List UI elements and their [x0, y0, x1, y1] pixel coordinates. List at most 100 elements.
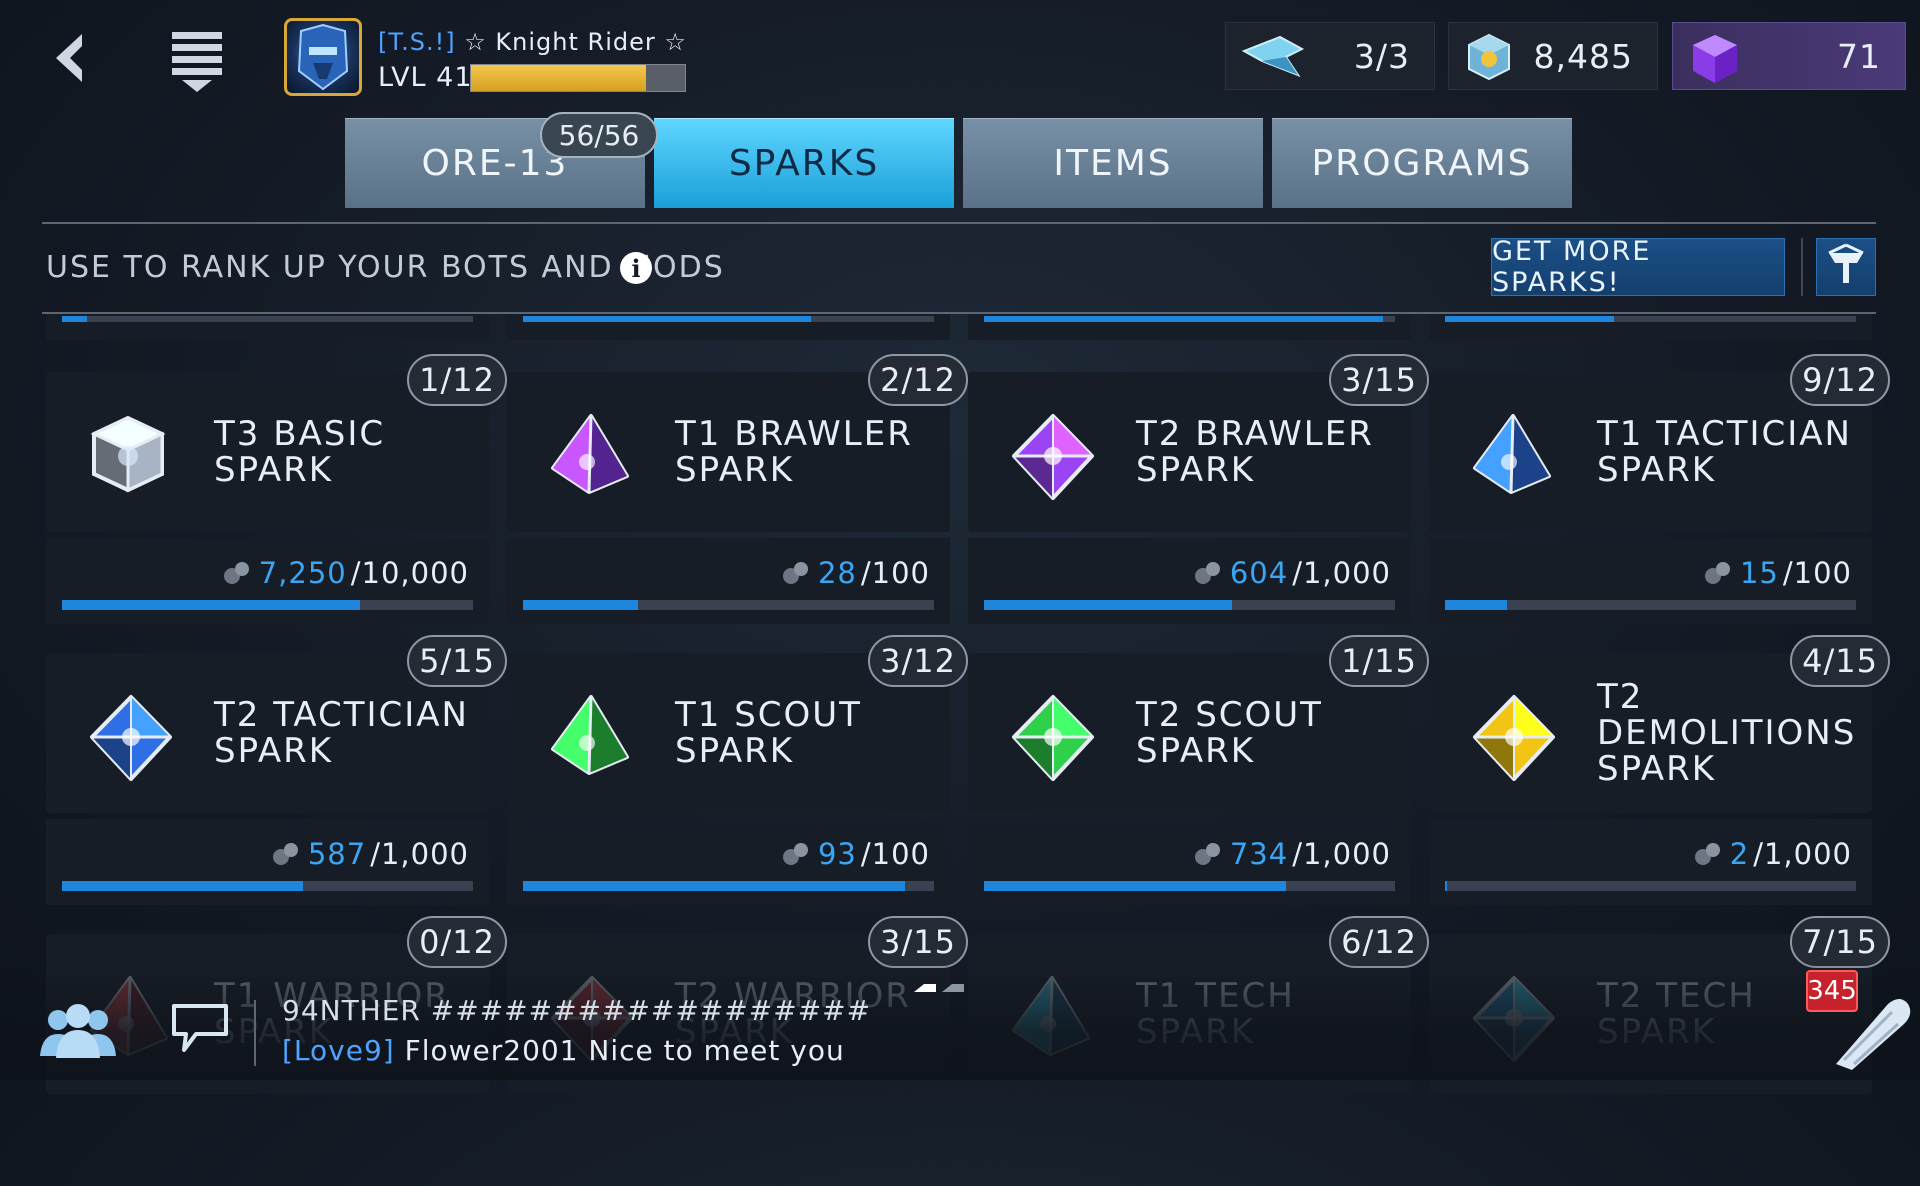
- ore-small-icon: [1694, 843, 1720, 865]
- spark-card[interactable]: T2 TACTICIAN SPARK 5/15 587/1,000: [46, 635, 507, 905]
- player-level: LVL 41: [378, 62, 473, 93]
- ore-small-icon: [1194, 562, 1220, 584]
- ore-small-icon: [223, 562, 249, 584]
- spark-progress-current: 2: [1729, 837, 1750, 871]
- xp-bar-fill: [471, 65, 647, 91]
- octa-gem-icon: [1473, 976, 1555, 1062]
- octa-gem-icon: [90, 695, 172, 781]
- ore-count-badge: 56/56: [540, 112, 658, 158]
- divider: [42, 222, 1876, 224]
- player-tag: [T.S.!]: [378, 28, 456, 56]
- spark-rank-badge: 1/15: [1329, 635, 1429, 687]
- spark-card[interactable]: T2 BRAWLER SPARK 3/15 604/1,000: [968, 354, 1429, 624]
- spark-progress-text: 734/1,000: [1194, 837, 1391, 871]
- spark-progress-bar: [984, 600, 1395, 610]
- spark-card[interactable]: T2 DEMOLITIONS SPARK 4/15 2/1,000: [1429, 635, 1890, 905]
- ore-small-icon: [1194, 843, 1220, 865]
- spark-card[interactable]: T1 TECH SPARK 6/12: [968, 916, 1429, 1186]
- back-button[interactable]: [44, 28, 94, 88]
- partial-card: [968, 314, 1411, 340]
- spark-card[interactable]: T2 SCOUT SPARK 1/15 734/1,000: [968, 635, 1429, 905]
- t1-scout-spark-icon: [547, 693, 631, 781]
- spark-card[interactable]: T1 BRAWLER SPARK 2/12 28/100: [507, 354, 968, 624]
- t2-tech-spark-icon: [1469, 974, 1559, 1068]
- ore-small-icon: [782, 843, 808, 865]
- player-avatar[interactable]: [284, 18, 362, 96]
- tab-label: ITEMS: [1053, 143, 1173, 184]
- filter-button[interactable]: [1816, 238, 1876, 296]
- ore-counter[interactable]: 8,485: [1448, 22, 1658, 90]
- tab-label: PROGRAMS: [1311, 143, 1533, 184]
- spark-progress-bar: [523, 881, 934, 891]
- get-more-sparks-button[interactable]: GET MORE SPARKS!: [1491, 236, 1785, 298]
- spark-progress-total: /1,000: [1753, 837, 1852, 871]
- spark-rank-badge: 9/12: [1790, 354, 1890, 406]
- tab-sparks[interactable]: SPARKS: [654, 118, 954, 208]
- spark-progress-total: /100: [860, 837, 930, 871]
- gems-counter[interactable]: 71: [1672, 22, 1906, 90]
- spark-progress-bar: [1445, 881, 1856, 891]
- menu-icon[interactable]: [170, 30, 224, 94]
- spark-card[interactable]: T1 SCOUT SPARK 3/12 93/100: [507, 635, 968, 905]
- spark-progress-total: /10,000: [350, 556, 469, 590]
- spark-card[interactable]: T1 TACTICIAN SPARK 9/12 15/100: [1429, 354, 1890, 624]
- ore-small-icon: [782, 562, 808, 584]
- spark-progress-fill: [1445, 600, 1507, 610]
- spark-progress-bar: [1445, 600, 1856, 610]
- partial-bar-fill: [523, 316, 811, 322]
- t2-scout-spark-icon: [1008, 693, 1098, 787]
- tab-label: SPARKS: [728, 143, 880, 184]
- purple-cube-icon: [1693, 35, 1737, 83]
- spark-progress-text: 93/100: [782, 837, 930, 871]
- chat-bubble-icon[interactable]: [170, 1000, 230, 1056]
- tetra-gem-icon: [551, 695, 629, 775]
- spark-progress-current: 587: [307, 837, 367, 871]
- partial-bar-fill: [1445, 316, 1614, 322]
- t2-tactician-spark-icon: [86, 693, 176, 787]
- t2-demolitions-spark-icon: [1469, 693, 1559, 787]
- spark-progress-current: 93: [817, 837, 857, 871]
- t1-tech-spark-icon: [1008, 974, 1092, 1062]
- spark-progress-fill: [523, 600, 639, 610]
- xp-bar: [470, 64, 686, 92]
- spark-progress-fill: [62, 600, 360, 610]
- chat-expand-icon[interactable]: [1826, 990, 1916, 1070]
- spark-progress-current: 604: [1229, 556, 1289, 590]
- partial-card: [1429, 314, 1872, 340]
- filter-gem-icon: [1828, 243, 1864, 283]
- divider: [1801, 238, 1803, 296]
- spark-rank-badge: 0/12: [407, 916, 507, 968]
- spark-progress-fill: [523, 881, 906, 891]
- spark-progress-text: 28/100: [782, 556, 930, 590]
- spark-progress-total: /1,000: [1292, 837, 1391, 871]
- chat-message: [Love9] Flower2001 Nice to meet you: [282, 1034, 845, 1067]
- t1-tactician-spark-icon: [1469, 412, 1553, 500]
- spark-progress-text: 7,250/10,000: [223, 556, 469, 590]
- spark-progress-current: 28: [817, 556, 857, 590]
- spark-card[interactable]: T3 BASIC SPARK 1/12 7,250/10,000: [46, 354, 507, 624]
- partial-card: [507, 314, 950, 340]
- ore-icon: [1468, 33, 1510, 81]
- spark-progress-bar: [62, 600, 473, 610]
- chat-sender-tag: [Love9]: [282, 1034, 395, 1067]
- spark-rank-badge: 4/15: [1790, 635, 1890, 687]
- spark-progress-text: 587/1,000: [272, 837, 469, 871]
- divider: [254, 1000, 256, 1066]
- info-icon[interactable]: i: [620, 252, 652, 284]
- tab-programs[interactable]: PROGRAMS: [1272, 118, 1572, 208]
- spark-rank-badge: 7/15: [1790, 916, 1890, 968]
- friends-icon[interactable]: [36, 1000, 120, 1060]
- robot-face-icon: [297, 23, 349, 91]
- partial-bar-fill: [984, 316, 1383, 322]
- octa-gem-icon: [1473, 695, 1555, 781]
- spark-rank-badge: 5/15: [407, 635, 507, 687]
- energy-counter[interactable]: 3/3: [1225, 22, 1435, 90]
- player-name: [T.S.!] ☆ Knight Rider ☆: [378, 28, 687, 56]
- ore-small-icon: [272, 843, 298, 865]
- tab-items[interactable]: ITEMS: [963, 118, 1263, 208]
- cube-gem-icon: [90, 415, 166, 493]
- ore-value: 8,485: [1533, 37, 1633, 76]
- spark-progress-text: 15/100: [1704, 556, 1852, 590]
- spark-progress-current: 15: [1739, 556, 1779, 590]
- spark-rank-badge: 2/12: [868, 354, 968, 406]
